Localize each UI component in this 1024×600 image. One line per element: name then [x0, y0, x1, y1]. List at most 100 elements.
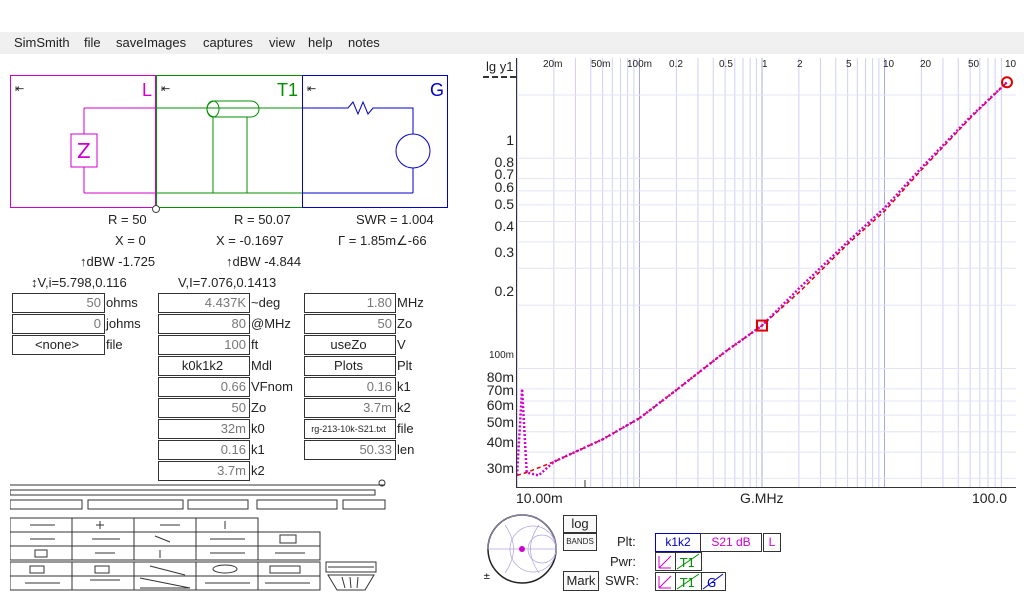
y-axis-label: 100m [488, 350, 514, 361]
y-axis-title: lg y1 [486, 59, 514, 74]
y-axis-indicator [483, 76, 516, 78]
svg-text:T1: T1 [679, 556, 695, 570]
swr-label: SWR: [605, 573, 639, 588]
plt-item-s21[interactable]: S21 dB [700, 533, 762, 552]
top-tick-label: 20 [920, 59, 932, 70]
menu-view[interactable]: view [269, 35, 295, 50]
smith-chart-thumbnail[interactable]: ± [483, 513, 563, 593]
y-axis-label: 1 [506, 132, 514, 148]
menu-bar: SimSmith file saveImages captures view h… [0, 32, 1024, 54]
y-axis-label: 30m [486, 460, 514, 476]
param-value[interactable]: 4.437K [158, 293, 250, 313]
y-axis-label: 0.4 [494, 218, 514, 234]
load-x: X = 0 [115, 233, 146, 248]
param-value[interactable]: 100 [158, 335, 250, 355]
line-r: R = 50.07 [234, 212, 291, 227]
x-unit-label: G.MHz [740, 490, 784, 506]
generator-component[interactable]: ⇤ G [302, 75, 448, 208]
param-value[interactable]: Plots [304, 356, 396, 376]
bands-button[interactable]: BANDS [563, 533, 597, 551]
top-tick-label: 50 [968, 59, 980, 70]
menu-simsmith[interactable]: SimSmith [14, 35, 70, 50]
menu-file[interactable]: file [84, 35, 101, 50]
param-value[interactable]: 50.33 [304, 440, 396, 460]
load-dbw: ↑dBW -1.725 [80, 254, 156, 269]
param-value[interactable]: <none> [12, 335, 105, 355]
param-unit: k0 [251, 421, 265, 436]
pwr-label: Pwr: [610, 554, 636, 569]
param-value[interactable]: 0 [12, 314, 105, 334]
param-unit: V [397, 337, 406, 352]
param-value[interactable]: 3.7m [304, 398, 396, 418]
impedance-symbol-icon: Z [70, 107, 157, 194]
param-unit: @MHz [251, 316, 291, 331]
gen-swr: SWR = 1.004 [356, 212, 434, 227]
line-vi: V,I=7.076,0.1413 [178, 275, 277, 290]
load-component[interactable]: ⇤ L Z [10, 75, 157, 208]
log-button[interactable]: log [563, 515, 597, 533]
svg-text:±: ± [483, 572, 491, 582]
y-axis-label: 60m [486, 397, 514, 413]
plot-canvas [517, 58, 1016, 487]
frequency-marker [1001, 76, 1013, 89]
pwr-swr-toggles[interactable]: T1 T1 G [655, 552, 727, 592]
menu-captures[interactable]: captures [203, 35, 253, 50]
plt-item-l[interactable]: L [763, 533, 781, 552]
param-unit: johms [106, 316, 141, 331]
y-axis-label: 0.6 [494, 179, 514, 195]
param-value[interactable]: k0k1k2 [158, 356, 250, 376]
plt-item-k1k2[interactable]: k1k2 [655, 533, 701, 552]
line-x: X = -0.1697 [216, 233, 284, 248]
param-unit: Plt [397, 358, 413, 373]
line-dbw: ↑dBW -4.844 [226, 254, 302, 269]
x-start-label: 10.00m [516, 490, 563, 506]
param-value[interactable]: 50 [304, 314, 396, 334]
menu-notes[interactable]: notes [348, 35, 380, 50]
svg-text:Z: Z [77, 139, 91, 163]
y-axis-label: 0.3 [494, 244, 514, 260]
param-unit: MHz [397, 295, 424, 310]
gen-gamma: Γ = 1.85m∠-66 [338, 233, 427, 248]
param-unit: ft [251, 337, 259, 352]
y-axis-label: 70m [486, 382, 514, 398]
top-tick-label: 0.5 [719, 59, 733, 70]
coax-symbol-icon [157, 100, 304, 194]
param-unit: len [397, 442, 415, 457]
param-value[interactable]: 32m [158, 419, 250, 439]
param-value[interactable]: rg-213-10k-S21.txt [304, 419, 396, 439]
svg-text:G: G [707, 576, 716, 590]
param-unit: k2 [397, 400, 411, 415]
top-tick-label: 20m [543, 59, 563, 70]
top-tick-label: 50m [591, 59, 611, 70]
top-tick-label: 1 [762, 59, 768, 70]
component-palette[interactable] [10, 478, 386, 598]
param-value[interactable]: 0.16 [158, 440, 250, 460]
param-value[interactable]: 80 [158, 314, 250, 334]
generator-symbol-icon [303, 100, 431, 194]
y-axis-label: 50m [486, 414, 514, 430]
param-unit: file [397, 421, 414, 436]
load-r: R = 50 [108, 212, 147, 227]
param-unit: k1 [397, 379, 411, 394]
top-tick-label: 2 [797, 59, 803, 70]
mark-button[interactable]: Mark [563, 571, 599, 591]
menu-saveimages[interactable]: saveImages [116, 35, 186, 50]
param-value[interactable]: 0.66 [158, 377, 250, 397]
param-value[interactable]: 1.80 [304, 293, 396, 313]
y-axis-label: 40m [486, 434, 514, 450]
plot-area[interactable] [516, 58, 1016, 488]
menu-help[interactable]: help [308, 35, 333, 50]
param-unit: file [106, 337, 123, 352]
param-unit: Zo [397, 316, 413, 331]
transmission-line-component[interactable]: ⇤ T1 [156, 75, 304, 208]
param-value[interactable]: 50 [12, 293, 105, 313]
param-value[interactable]: useZo [304, 335, 396, 355]
param-unit: Mdl [251, 358, 272, 373]
param-value[interactable]: 0.16 [304, 377, 396, 397]
param-unit: ohms [106, 295, 138, 310]
node-dot [152, 205, 160, 213]
y-axis-label: 0.2 [494, 283, 514, 299]
param-unit: k1 [251, 442, 265, 457]
param-value[interactable]: 50 [158, 398, 250, 418]
top-tick-label: 0.2 [669, 59, 683, 70]
